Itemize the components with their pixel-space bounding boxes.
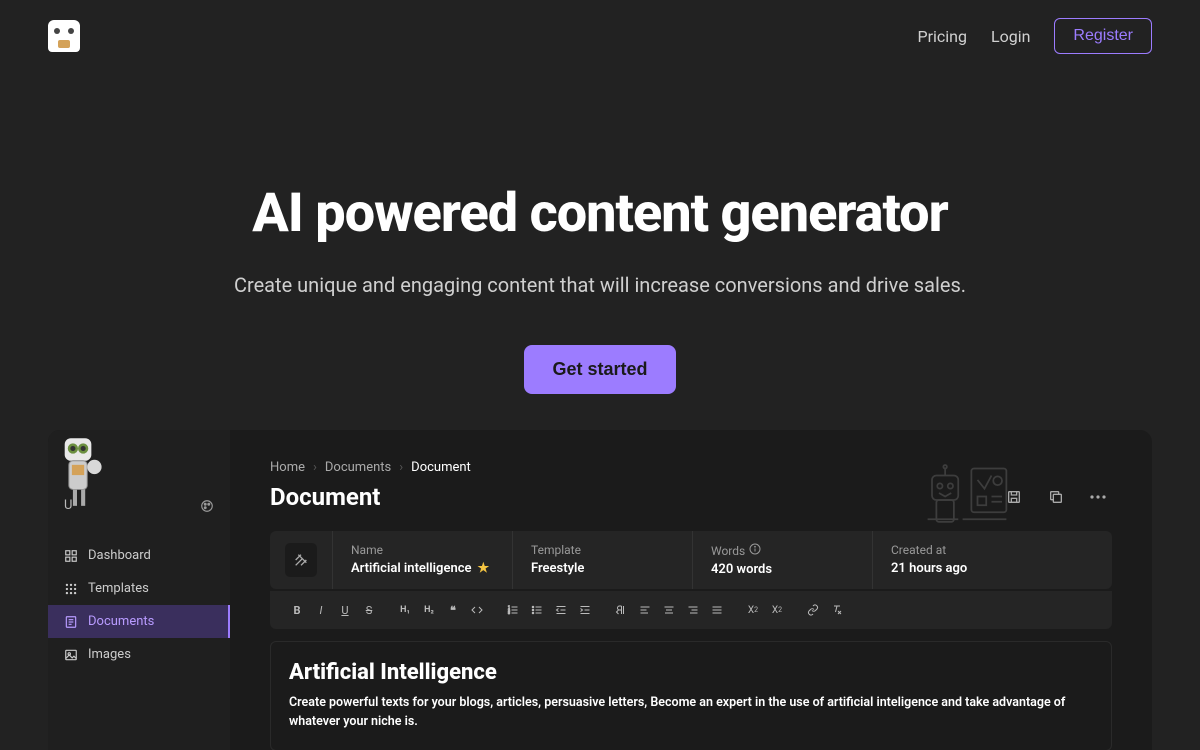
subscript-button[interactable]: X2 [742, 599, 764, 621]
chevron-right-icon: › [313, 460, 317, 475]
meta-template-label: Template [531, 543, 674, 557]
editor-heading: Artificial Intelligence [289, 660, 1093, 685]
sidebar-item-label: Images [88, 647, 131, 662]
svg-text:3: 3 [508, 611, 510, 615]
document-type-icon[interactable] [285, 543, 317, 577]
superscript-button[interactable]: X2 [766, 599, 788, 621]
editor-toolbar: B I U S H₁ H₂ ❝ 123 [270, 591, 1112, 629]
app-preview: U Dashboard Templates Documents [48, 430, 1152, 750]
strikethrough-button[interactable]: S [358, 599, 380, 621]
images-icon [64, 648, 78, 662]
nav-pricing[interactable]: Pricing [917, 27, 967, 46]
underline-button[interactable]: U [334, 599, 356, 621]
editor-body: Create powerful texts for your blogs, ar… [289, 693, 1093, 732]
star-icon[interactable]: ★ [478, 561, 490, 576]
sidebar-item-label: Documents [88, 614, 154, 629]
palette-icon[interactable] [200, 499, 214, 513]
unordered-list-button[interactable] [526, 599, 548, 621]
clear-format-button[interactable] [826, 599, 848, 621]
sidebar-item-dashboard[interactable]: Dashboard [48, 539, 230, 572]
nav-register-button[interactable]: Register [1054, 18, 1152, 54]
robot-logo-icon [48, 20, 80, 52]
hero-title: AI powered content generator [0, 182, 1200, 245]
meta-words-label: Words [711, 544, 745, 558]
breadcrumb-home[interactable]: Home [270, 460, 305, 475]
breadcrumb-current: Document [411, 460, 471, 475]
sidebar-item-label: Templates [88, 581, 149, 596]
sidebar-item-label: Dashboard [88, 548, 151, 563]
quote-button[interactable]: ❝ [442, 599, 464, 621]
meta-template-value: Freestyle [531, 561, 674, 576]
meta-words-value: 420 words [711, 562, 854, 577]
assistant-illustration [922, 458, 1012, 528]
nav-login[interactable]: Login [991, 27, 1030, 46]
more-button[interactable] [1084, 483, 1112, 511]
documents-icon [64, 615, 78, 629]
logo[interactable] [48, 20, 80, 52]
sidebar-item-documents[interactable]: Documents [48, 605, 230, 638]
sidebar-item-images[interactable]: Images [48, 638, 230, 671]
hero-subtitle: Create unique and engaging content that … [0, 273, 1200, 297]
meta-name-value: Artificial intelligence [351, 561, 472, 576]
indent-button[interactable] [574, 599, 596, 621]
document-meta-bar: Name Artificial intelligence ★ Template … [270, 531, 1112, 589]
chevron-right-icon: › [399, 460, 403, 475]
breadcrumb-documents[interactable]: Documents [325, 460, 391, 475]
outdent-button[interactable] [550, 599, 572, 621]
h1-button[interactable]: H₁ [394, 599, 416, 621]
italic-button[interactable]: I [310, 599, 332, 621]
align-right-button[interactable] [682, 599, 704, 621]
meta-created-label: Created at [891, 543, 1094, 557]
align-center-button[interactable] [658, 599, 680, 621]
link-button[interactable] [802, 599, 824, 621]
h2-button[interactable]: H₂ [418, 599, 440, 621]
meta-created-value: 21 hours ago [891, 561, 1094, 576]
editor-content[interactable]: Artificial Intelligence Create powerful … [270, 641, 1112, 750]
rtl-button[interactable] [610, 599, 632, 621]
align-left-button[interactable] [634, 599, 656, 621]
cta-get-started-button[interactable]: Get started [524, 345, 675, 394]
meta-name-label: Name [351, 543, 494, 557]
page-title: Document [270, 483, 380, 511]
bold-button[interactable]: B [286, 599, 308, 621]
code-button[interactable] [466, 599, 488, 621]
copy-button[interactable] [1042, 483, 1070, 511]
justify-button[interactable] [706, 599, 728, 621]
info-icon[interactable] [749, 543, 761, 558]
ordered-list-button[interactable]: 123 [502, 599, 524, 621]
dashboard-icon [64, 549, 78, 563]
merchant-robot-illustration [48, 430, 108, 512]
sidebar-item-templates[interactable]: Templates [48, 572, 230, 605]
templates-icon [64, 582, 78, 596]
